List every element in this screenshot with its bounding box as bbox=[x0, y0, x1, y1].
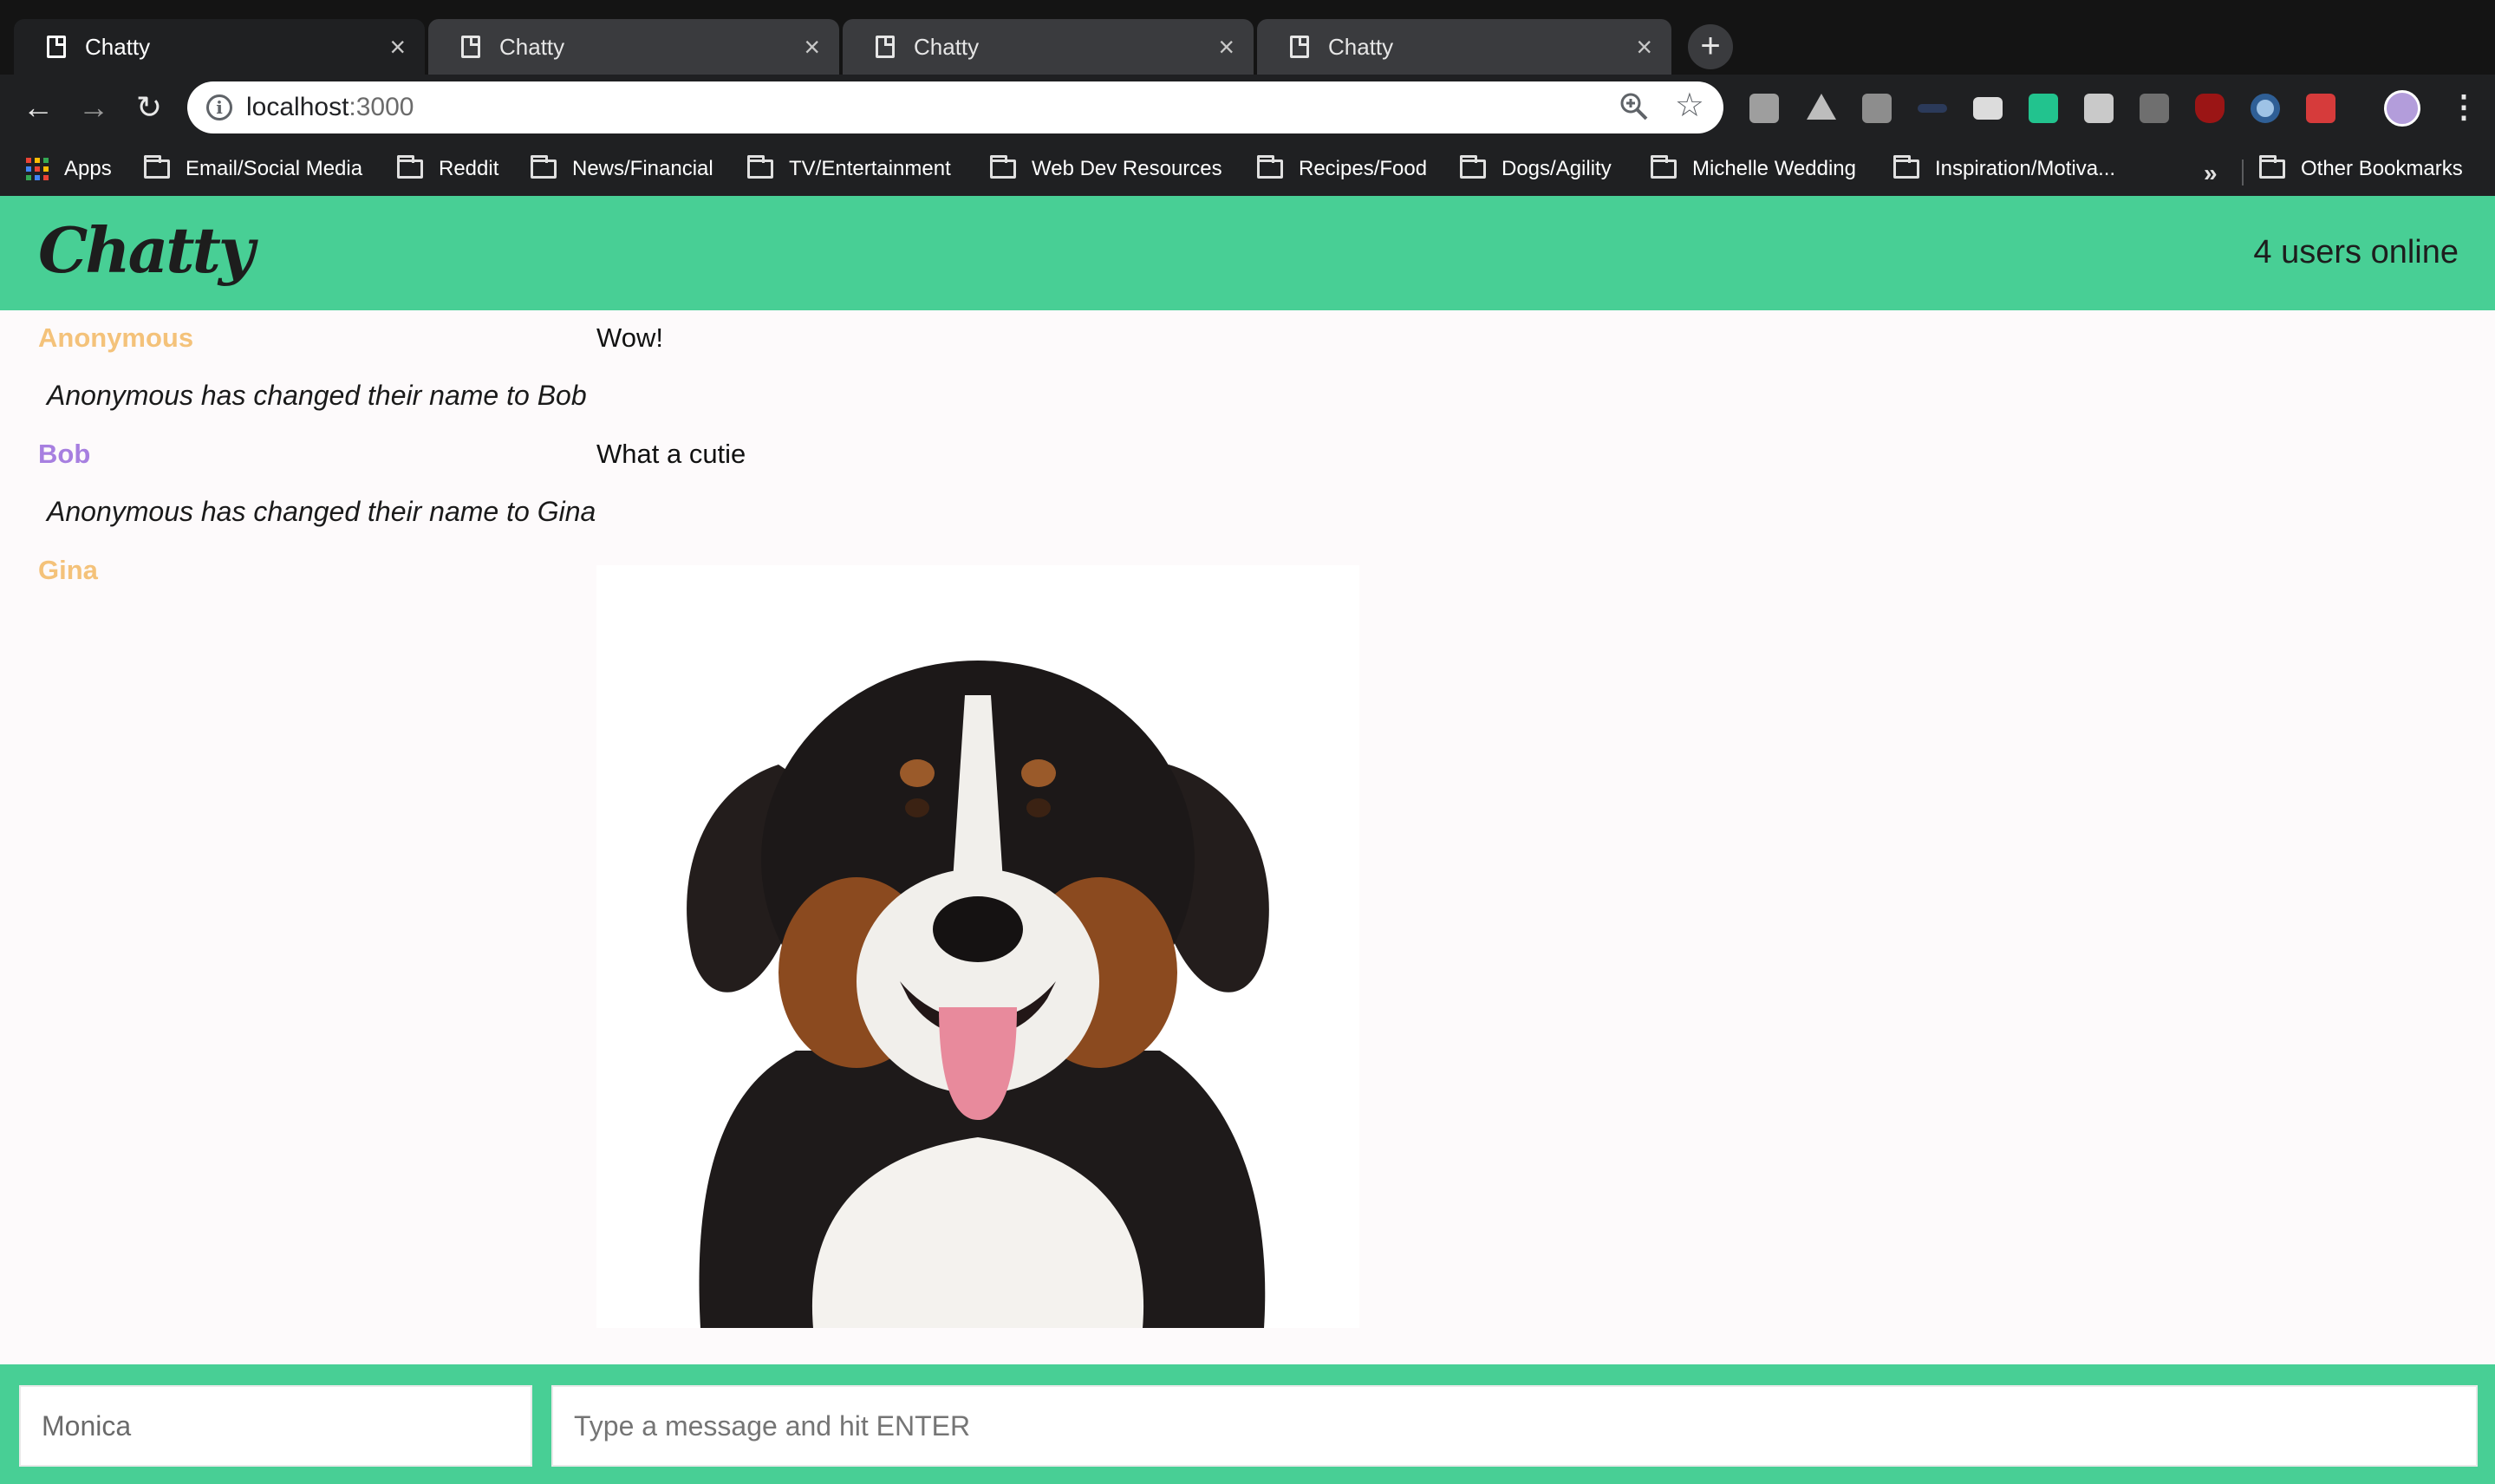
folder-icon bbox=[531, 155, 557, 179]
bookmark-folder[interactable]: Web Dev Resources bbox=[990, 153, 1222, 186]
drive-icon[interactable] bbox=[1807, 94, 1836, 120]
address-bar[interactable]: i localhost:3000 ☆ bbox=[187, 81, 1723, 133]
profile-avatar[interactable] bbox=[2384, 90, 2420, 127]
notice-text: Anonymous has changed their name to Bob bbox=[47, 380, 587, 411]
new-tab-button[interactable]: + bbox=[1688, 24, 1733, 69]
bookmark-folder[interactable]: Michelle Wedding bbox=[1651, 153, 1856, 186]
message-content: What a cutie bbox=[596, 439, 746, 469]
close-icon[interactable]: × bbox=[389, 33, 406, 61]
bookmarks-bar: Apps Email/Social Media Reddit News/Fina… bbox=[0, 142, 2495, 196]
username-input[interactable] bbox=[19, 1385, 532, 1467]
folder-icon bbox=[144, 155, 170, 179]
extension-icon[interactable] bbox=[1749, 94, 1779, 123]
document-icon bbox=[876, 36, 895, 58]
folder-icon bbox=[747, 155, 773, 179]
tab-title: Chatty bbox=[914, 33, 980, 60]
bookmark-folder[interactable]: Reddit bbox=[397, 153, 498, 186]
ublock-icon[interactable] bbox=[2195, 94, 2225, 123]
bookmark-folder[interactable]: Inspiration/Motiva... bbox=[1893, 153, 2115, 186]
menu-icon[interactable]: ⋮ bbox=[2448, 87, 2479, 127]
bookmark-folder[interactable]: Other Bookmarks bbox=[2259, 153, 2463, 186]
document-icon bbox=[461, 36, 480, 58]
folder-icon bbox=[1651, 155, 1677, 179]
close-icon[interactable]: × bbox=[1218, 33, 1234, 61]
message-username: Gina bbox=[38, 555, 98, 585]
extension-icon[interactable] bbox=[2029, 94, 2058, 123]
browser-tab-3[interactable]: Chatty × bbox=[843, 19, 1254, 75]
extension-icon[interactable] bbox=[2140, 94, 2169, 123]
url-text: localhost:3000 bbox=[246, 93, 414, 121]
folder-icon bbox=[2259, 155, 2285, 179]
browser-tab-2[interactable]: Chatty × bbox=[428, 19, 839, 75]
message-username: Anonymous bbox=[38, 322, 194, 353]
extension-icon[interactable] bbox=[1918, 104, 1947, 113]
folder-icon bbox=[1460, 155, 1486, 179]
close-icon[interactable]: × bbox=[804, 33, 820, 61]
document-icon bbox=[1290, 36, 1309, 58]
chat-bar bbox=[0, 1364, 2495, 1484]
message-list: Anonymous Wow! Anonymous has changed the… bbox=[0, 310, 2495, 1364]
extension-icon[interactable] bbox=[2084, 94, 2114, 123]
folder-icon bbox=[1893, 155, 1919, 179]
extension-icon[interactable] bbox=[1862, 94, 1892, 123]
users-online-count: 4 users online bbox=[2253, 234, 2459, 270]
bookmark-folder[interactable]: TV/Entertainment bbox=[747, 153, 951, 186]
close-icon[interactable]: × bbox=[1636, 33, 1652, 61]
extension-icon[interactable] bbox=[2251, 94, 2280, 123]
chat-extension-icon[interactable] bbox=[1973, 97, 2003, 120]
app-logo[interactable]: Chatty bbox=[38, 213, 255, 287]
folder-icon bbox=[990, 155, 1016, 179]
folder-icon bbox=[1257, 155, 1283, 179]
tab-title: Chatty bbox=[85, 33, 151, 60]
dog-illustration bbox=[596, 565, 1359, 1328]
apps-grid-icon bbox=[26, 158, 49, 180]
forward-button[interactable]: → bbox=[69, 83, 118, 132]
bookmark-folder[interactable]: Dogs/Agility bbox=[1460, 153, 1612, 186]
message-content: Wow! bbox=[596, 322, 663, 353]
folder-icon bbox=[397, 155, 423, 179]
back-button[interactable]: ← bbox=[14, 83, 62, 132]
message-username: Bob bbox=[38, 439, 91, 469]
message-image-dog bbox=[596, 565, 1359, 1328]
app-navbar: Chatty 4 users online bbox=[0, 196, 2495, 310]
document-icon bbox=[47, 36, 66, 58]
extension-icon[interactable] bbox=[2306, 94, 2335, 123]
reload-button[interactable]: ↻ bbox=[125, 83, 173, 132]
tab-title: Chatty bbox=[1328, 33, 1394, 60]
info-icon[interactable]: i bbox=[206, 94, 232, 120]
bookmark-folder[interactable]: News/Financial bbox=[531, 153, 713, 186]
message-input[interactable] bbox=[551, 1385, 2478, 1467]
tab-strip: Chatty × Chatty × Chatty × Chatty × + bbox=[0, 0, 2495, 75]
browser-tab-1[interactable]: Chatty × bbox=[14, 19, 425, 75]
bookmark-apps[interactable]: Apps bbox=[26, 153, 112, 186]
notice-text: Anonymous has changed their name to Gina bbox=[47, 496, 596, 527]
bookmark-folder[interactable]: Email/Social Media bbox=[144, 153, 362, 186]
zoom-icon[interactable] bbox=[1618, 90, 1651, 123]
bookmark-folder[interactable]: Recipes/Food bbox=[1257, 153, 1427, 186]
browser-tab-4[interactable]: Chatty × bbox=[1257, 19, 1671, 75]
tab-title: Chatty bbox=[499, 33, 565, 60]
bookmarks-divider bbox=[2242, 159, 2244, 186]
bookmark-star-icon[interactable]: ☆ bbox=[1675, 87, 1704, 125]
bookmarks-overflow-button[interactable]: » bbox=[2204, 159, 2218, 187]
